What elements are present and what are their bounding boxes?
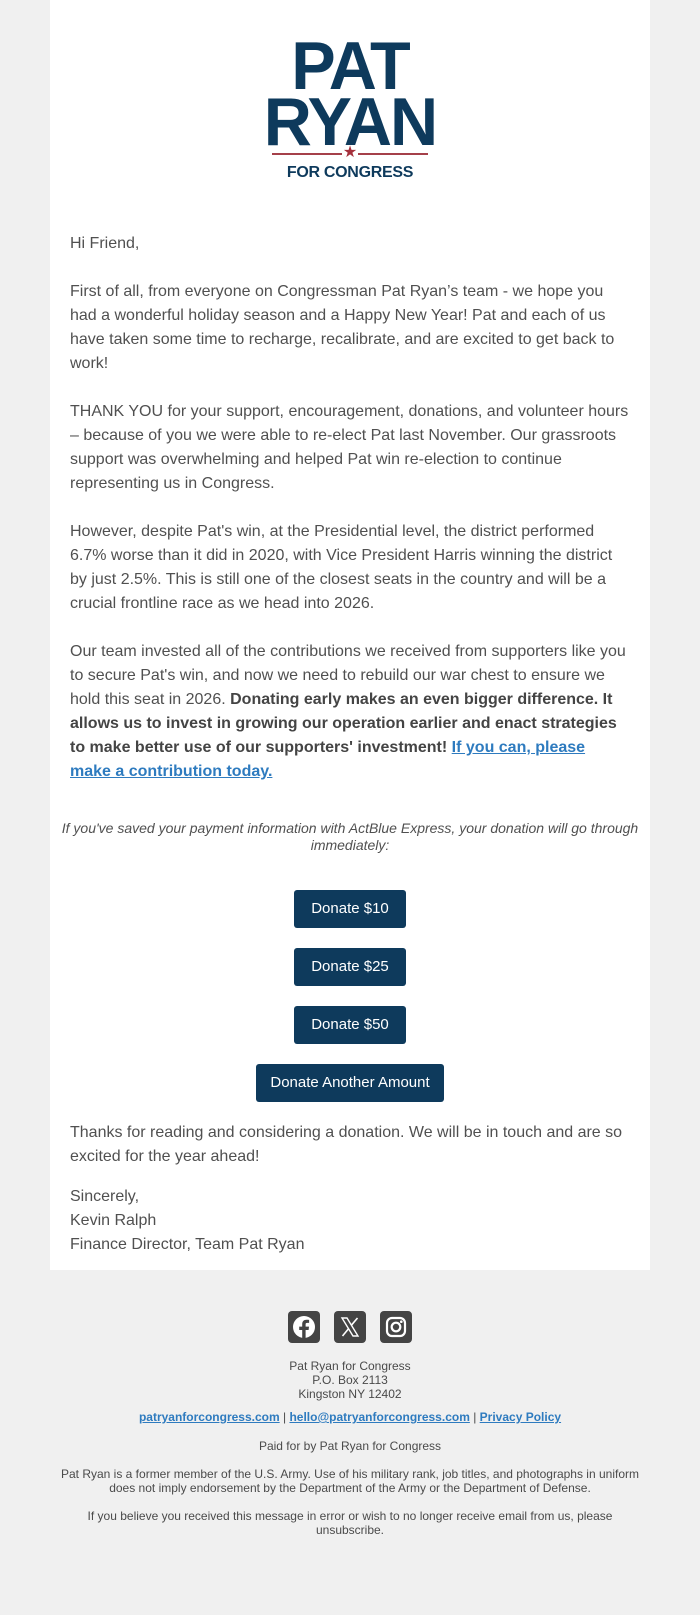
email-link[interactable]: hello@patryanforcongress.com bbox=[289, 1410, 469, 1424]
link-separator: | bbox=[279, 1410, 290, 1424]
footer-address-line-1: P.O. Box 2113 bbox=[312, 1373, 388, 1387]
footer-links: patryanforcongress.com | hello@patryanfo… bbox=[50, 1410, 650, 1424]
facebook-icon[interactable] bbox=[288, 1311, 320, 1343]
link-separator: | bbox=[469, 1410, 480, 1424]
paragraph-holiday: First of all, from everyone on Congressm… bbox=[70, 283, 615, 372]
logo-subtitle: FOR CONGRESS bbox=[286, 164, 414, 181]
closing-section: Thanks for reading and considering a don… bbox=[70, 1121, 630, 1257]
paragraph-thank-you: THANK YOU for your support, encouragemen… bbox=[70, 403, 629, 492]
signoff: Sincerely, bbox=[70, 1188, 140, 1205]
donate-25-button[interactable]: Donate $25 bbox=[294, 948, 406, 986]
x-icon[interactable] bbox=[334, 1311, 366, 1343]
website-link[interactable]: patryanforcongress.com bbox=[139, 1410, 280, 1424]
donate-10-button[interactable]: Donate $10 bbox=[294, 890, 406, 928]
logo-rule-right bbox=[358, 153, 428, 155]
email-body: Hi Friend, First of all, from everyone o… bbox=[70, 232, 630, 808]
signer-title: Finance Director, Team Pat Ryan bbox=[70, 1236, 305, 1253]
paragraph-district: However, despite Pat's win, at the Presi… bbox=[70, 523, 613, 612]
social-links bbox=[0, 1311, 700, 1343]
donate-50-button[interactable]: Donate $50 bbox=[294, 1006, 406, 1044]
instagram-icon[interactable] bbox=[380, 1311, 412, 1343]
actblue-express-note: If you've saved your payment information… bbox=[61, 820, 639, 853]
footer-address-line-2: Kingston NY 12402 bbox=[298, 1387, 402, 1401]
email-card: PAT RYAN ★ FOR CONGRESS Hi Friend, First… bbox=[50, 0, 650, 1270]
greeting: Hi Friend, bbox=[70, 235, 140, 252]
footer-org: Pat Ryan for Congress bbox=[289, 1359, 411, 1373]
unsubscribe-notice[interactable]: If you believe you received this message… bbox=[78, 1509, 622, 1537]
paid-for-disclaimer: Paid for by Pat Ryan for Congress bbox=[258, 1439, 442, 1453]
signer-name: Kevin Ralph bbox=[70, 1212, 157, 1229]
privacy-policy-link[interactable]: Privacy Policy bbox=[480, 1410, 561, 1424]
logo-rule-left bbox=[272, 153, 342, 155]
closing-text: Thanks for reading and considering a don… bbox=[70, 1124, 623, 1165]
campaign-logo: PAT RYAN ★ FOR CONGRESS bbox=[50, 30, 650, 190]
footer-address: Pat Ryan for Congress P.O. Box 2113 King… bbox=[50, 1359, 650, 1401]
paragraph-appeal: Our team invested all of the contributio… bbox=[70, 640, 630, 784]
donate-other-amount-button[interactable]: Donate Another Amount bbox=[256, 1064, 444, 1102]
military-disclaimer: Pat Ryan is a former member of the U.S. … bbox=[60, 1467, 639, 1495]
star-icon: ★ bbox=[342, 144, 358, 161]
